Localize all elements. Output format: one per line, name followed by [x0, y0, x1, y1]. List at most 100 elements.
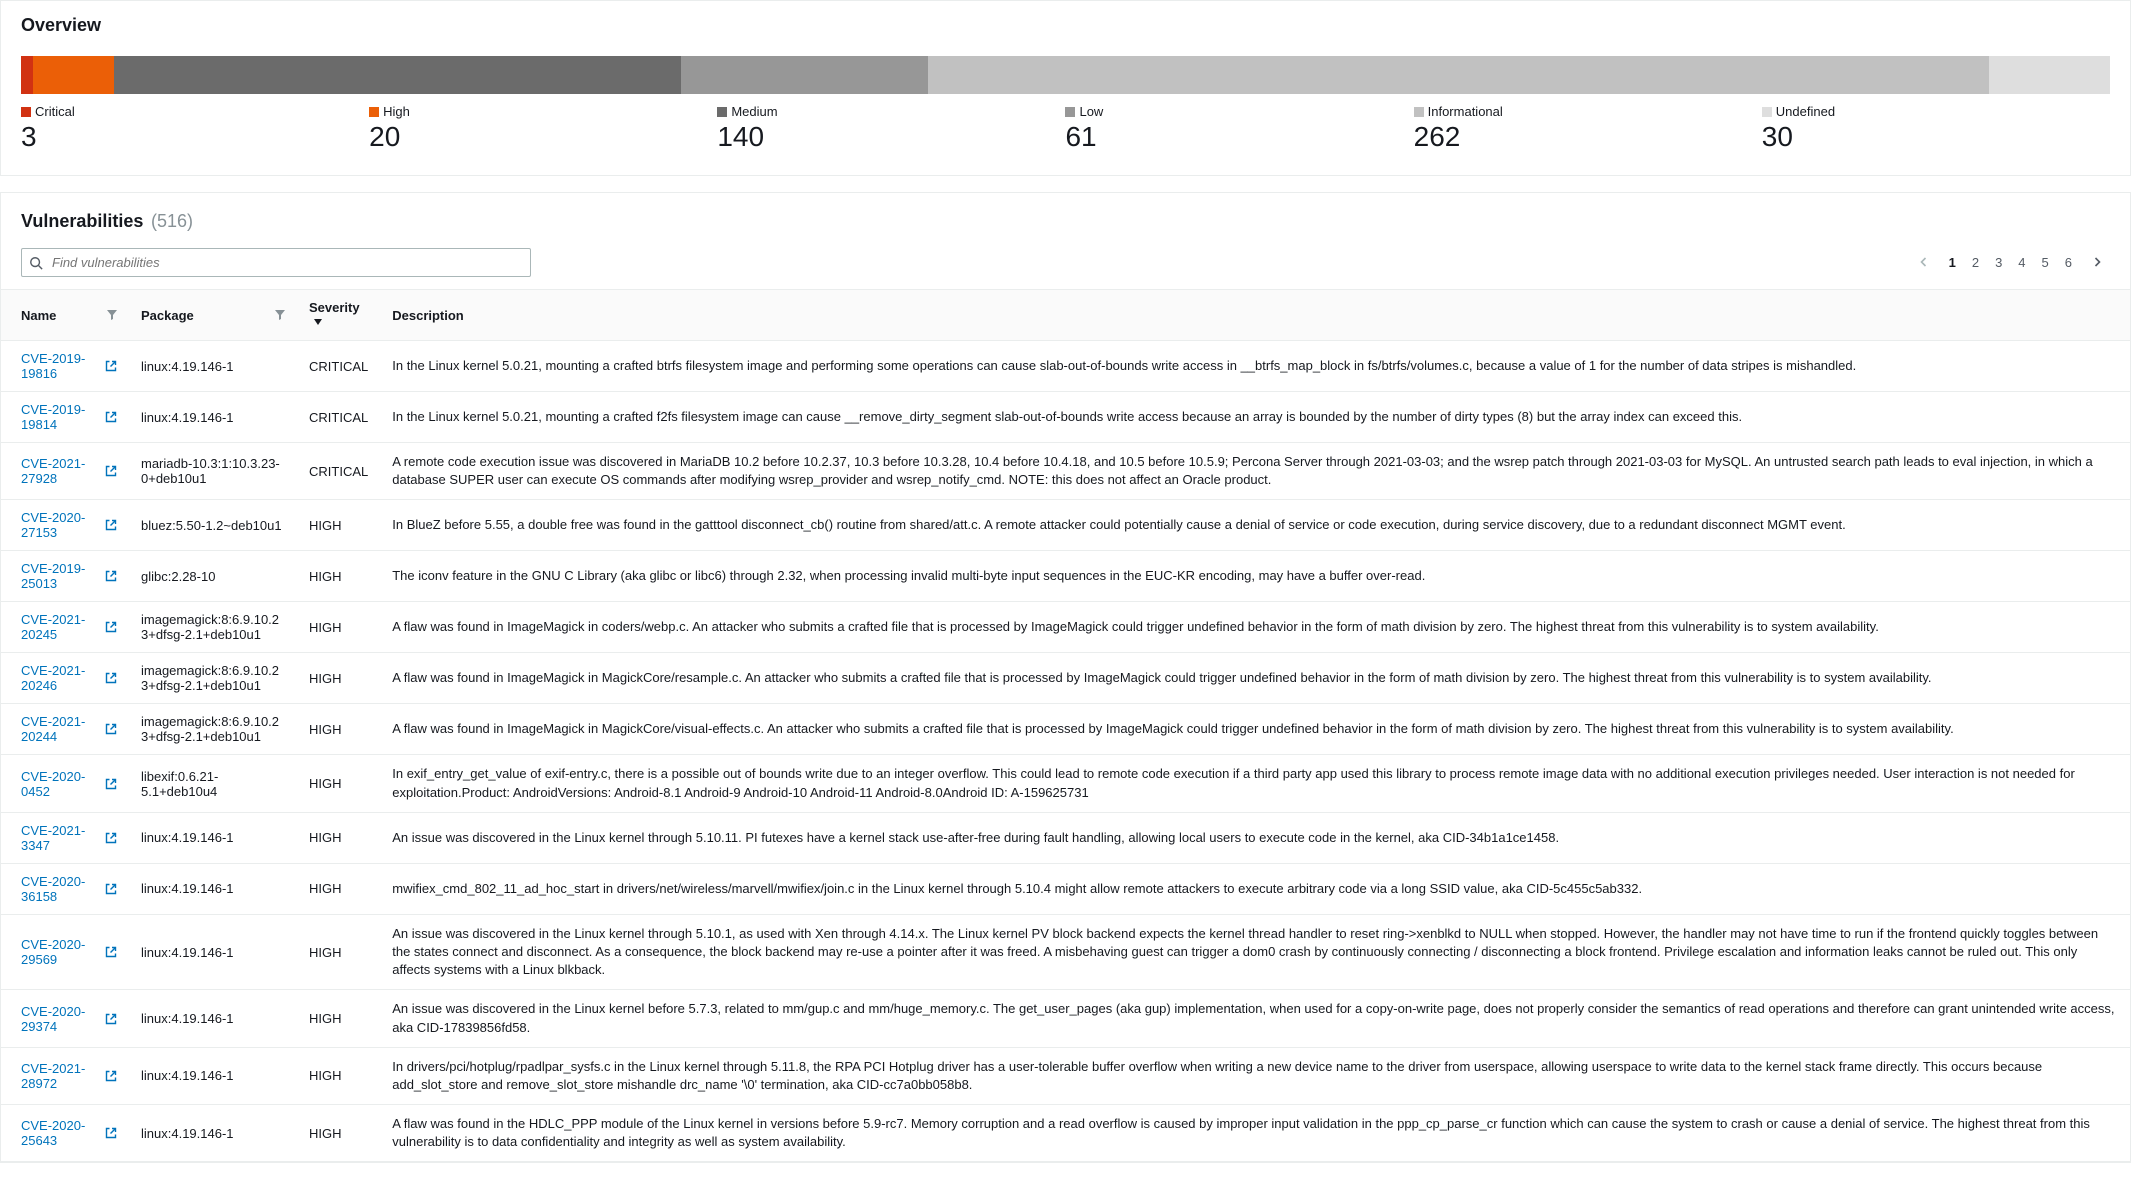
cve-link[interactable]: CVE-2020-29374 [21, 1004, 117, 1034]
pager-page-6[interactable]: 6 [2057, 251, 2080, 274]
table-row: CVE-2020-36158 linux:4.19.146-1 HIGH mwi… [1, 863, 2130, 914]
legend-item-low: Low 61 [1065, 104, 1413, 153]
legend-count: 3 [21, 121, 369, 153]
cell-description: In the Linux kernel 5.0.21, mounting a c… [380, 392, 2130, 443]
cell-package: linux:4.19.146-1 [129, 1105, 297, 1162]
pager-page-4[interactable]: 4 [2010, 251, 2033, 274]
pager-next[interactable] [2084, 251, 2110, 274]
severity-stacked-bar [21, 56, 2110, 94]
sort-desc-icon [313, 317, 323, 327]
external-link-icon [105, 621, 117, 633]
cell-description: In BlueZ before 5.55, a double free was … [380, 500, 2130, 551]
swatch-icon [1414, 107, 1424, 117]
col-severity[interactable]: Severity [297, 290, 380, 341]
legend-item-medium: Medium 140 [717, 104, 1065, 153]
cve-link[interactable]: CVE-2020-25643 [21, 1118, 117, 1148]
pager-page-3[interactable]: 3 [1987, 251, 2010, 274]
cell-description: mwifiex_cmd_802_11_ad_hoc_start in drive… [380, 863, 2130, 914]
cell-package: imagemagick:8:6.9.10.23+dfsg-2.1+deb10u1 [129, 653, 297, 704]
legend-count: 61 [1065, 121, 1413, 153]
cell-package: linux:4.19.146-1 [129, 341, 297, 392]
cell-severity: HIGH [297, 914, 380, 990]
cell-package: imagemagick:8:6.9.10.23+dfsg-2.1+deb10u1 [129, 602, 297, 653]
legend-item-high: High 20 [369, 104, 717, 153]
cell-severity: HIGH [297, 704, 380, 755]
cell-severity: HIGH [297, 653, 380, 704]
search-icon [29, 256, 43, 270]
cve-link[interactable]: CVE-2021-20244 [21, 714, 117, 744]
legend-item-informational: Informational 262 [1414, 104, 1762, 153]
external-link-icon [105, 1070, 117, 1082]
cell-description: A flaw was found in ImageMagick in Magic… [380, 704, 2130, 755]
table-row: CVE-2019-19816 linux:4.19.146-1 CRITICAL… [1, 341, 2130, 392]
filter-icon [275, 310, 285, 320]
external-link-icon [105, 723, 117, 735]
cve-link[interactable]: CVE-2020-36158 [21, 874, 117, 904]
severity-seg-high [33, 56, 114, 94]
legend-label: High [383, 104, 410, 119]
legend-label: Low [1079, 104, 1103, 119]
table-row: CVE-2021-3347 linux:4.19.146-1 HIGH An i… [1, 812, 2130, 863]
external-link-icon [105, 1013, 117, 1025]
legend-label: Undefined [1776, 104, 1835, 119]
cell-description: A flaw was found in ImageMagick in coder… [380, 602, 2130, 653]
cell-package: linux:4.19.146-1 [129, 990, 297, 1047]
severity-seg-critical [21, 56, 33, 94]
cell-package: linux:4.19.146-1 [129, 812, 297, 863]
cve-link[interactable]: CVE-2021-3347 [21, 823, 117, 853]
external-link-icon [105, 946, 117, 958]
severity-seg-informational [928, 56, 1989, 94]
external-link-icon [105, 519, 117, 531]
col-name[interactable]: Name [1, 290, 129, 341]
cve-link[interactable]: CVE-2021-20246 [21, 663, 117, 693]
cell-description: An issue was discovered in the Linux ker… [380, 990, 2130, 1047]
cve-link[interactable]: CVE-2019-19814 [21, 402, 117, 432]
external-link-icon [105, 883, 117, 895]
legend-item-critical: Critical 3 [21, 104, 369, 153]
cell-description: In drivers/pci/hotplug/rpadlpar_sysfs.c … [380, 1047, 2130, 1104]
cve-link[interactable]: CVE-2020-27153 [21, 510, 117, 540]
cell-description: A flaw was found in the HDLC_PPP module … [380, 1105, 2130, 1162]
table-row: CVE-2019-19814 linux:4.19.146-1 CRITICAL… [1, 392, 2130, 443]
col-package[interactable]: Package [129, 290, 297, 341]
cell-description: A flaw was found in ImageMagick in Magic… [380, 653, 2130, 704]
pager-page-2[interactable]: 2 [1964, 251, 1987, 274]
severity-legend: Critical 3 High 20 Medium 140 Low 61 Inf… [21, 104, 2110, 153]
external-link-icon [105, 832, 117, 844]
cve-link[interactable]: CVE-2020-0452 [21, 769, 117, 799]
search-input[interactable] [21, 248, 531, 277]
cve-link[interactable]: CVE-2021-20245 [21, 612, 117, 642]
cell-description: In exif_entry_get_value of exif-entry.c,… [380, 755, 2130, 812]
cve-link[interactable]: CVE-2019-19816 [21, 351, 117, 381]
severity-seg-medium [114, 56, 681, 94]
cell-severity: CRITICAL [297, 341, 380, 392]
cve-link[interactable]: CVE-2021-28972 [21, 1061, 117, 1091]
cve-link[interactable]: CVE-2019-25013 [21, 561, 117, 591]
cell-severity: HIGH [297, 812, 380, 863]
cell-package: linux:4.19.146-1 [129, 1047, 297, 1104]
cell-severity: HIGH [297, 863, 380, 914]
cell-description: An issue was discovered in the Linux ker… [380, 914, 2130, 990]
cell-package: linux:4.19.146-1 [129, 392, 297, 443]
cve-link[interactable]: CVE-2021-27928 [21, 456, 117, 486]
chevron-right-icon [2092, 257, 2102, 267]
severity-seg-undefined [1989, 56, 2110, 94]
vuln-title: Vulnerabilities [21, 211, 143, 231]
chevron-left-icon [1919, 257, 1929, 267]
severity-seg-low [681, 56, 928, 94]
table-row: CVE-2019-25013 glibc:2.28-10 HIGH The ic… [1, 551, 2130, 602]
cell-severity: HIGH [297, 755, 380, 812]
cell-severity: HIGH [297, 990, 380, 1047]
vuln-table: Name Package Severity Description CVE-20… [1, 289, 2130, 1162]
external-link-icon [105, 672, 117, 684]
pager-prev[interactable] [1911, 251, 1937, 274]
cve-link[interactable]: CVE-2020-29569 [21, 937, 117, 967]
pager-page-1[interactable]: 1 [1941, 251, 1964, 274]
table-row: CVE-2020-29569 linux:4.19.146-1 HIGH An … [1, 914, 2130, 990]
pager-page-5[interactable]: 5 [2034, 251, 2057, 274]
table-row: CVE-2021-20244 imagemagick:8:6.9.10.23+d… [1, 704, 2130, 755]
cell-severity: HIGH [297, 1047, 380, 1104]
legend-count: 140 [717, 121, 1065, 153]
filter-icon [107, 310, 117, 320]
table-row: CVE-2021-27928 mariadb-10.3:1:10.3.23-0+… [1, 443, 2130, 500]
